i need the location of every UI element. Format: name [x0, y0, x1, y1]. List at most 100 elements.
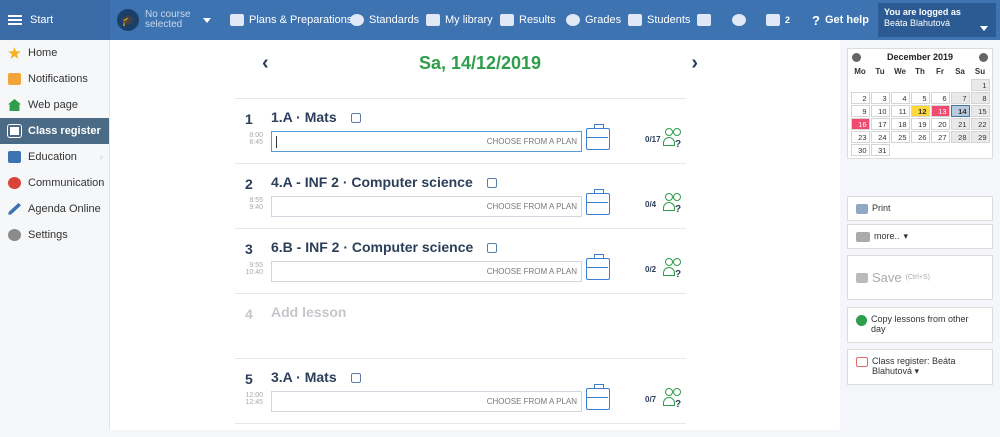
calendar-day[interactable]: 25 [890, 130, 910, 143]
calendar-day[interactable]: 28 [950, 130, 970, 143]
lesson-name[interactable]: 6.B - INF 2 · Computer science [271, 239, 498, 255]
sidebar-item-notifications[interactable]: Notifications [0, 66, 109, 92]
calendar-day[interactable]: 23 [850, 130, 870, 143]
calendar-day[interactable]: 3 [870, 91, 890, 104]
calendar-day[interactable]: 5 [910, 91, 930, 104]
calendar-empty-cell [971, 144, 990, 156]
calendar-day[interactable]: 14 [950, 104, 970, 117]
lesson-time: 9:55 10:40 [241, 262, 263, 276]
lesson-topic-input[interactable]: CHOOSE FROM A PLAN [271, 391, 582, 412]
calendar-day[interactable]: 8 [970, 91, 990, 104]
lesson-topic-input[interactable]: CHOOSE FROM A PLAN [271, 261, 582, 282]
calendar-day[interactable]: 7 [950, 91, 970, 104]
lesson-name[interactable]: 4.A - INF 2 · Computer science [271, 174, 497, 190]
briefcase-icon[interactable] [586, 124, 610, 150]
calendar-day[interactable]: 18 [890, 117, 910, 130]
chat-button[interactable] [732, 0, 746, 40]
start-menu-button[interactable]: Start [0, 0, 110, 40]
calendar-day[interactable]: 9 [850, 104, 870, 117]
lesson-name[interactable]: 1.A · Mats [271, 109, 361, 125]
print-button[interactable]: Print [847, 196, 993, 221]
class-register-owner-dropdown[interactable]: Class register: Beáta Blahutová ▾ [847, 349, 993, 385]
copy-icon[interactable] [350, 373, 361, 384]
calendar-day[interactable]: 1 [970, 78, 990, 91]
choose-from-plan-link[interactable]: CHOOSE FROM A PLAN [487, 397, 577, 406]
calendar-day[interactable]: 12 [910, 104, 930, 117]
calendar-empty-cell [951, 144, 970, 156]
nav-students[interactable]: Students [628, 0, 690, 40]
lesson-name[interactable]: 3.A · Mats [271, 369, 361, 385]
attendance-count: 0/2 [645, 265, 657, 274]
briefcase-icon[interactable] [586, 189, 610, 215]
nav-my-library[interactable]: My library [426, 0, 493, 40]
lesson-topic-input[interactable]: CHOOSE FROM A PLAN [271, 131, 582, 152]
next-day-button[interactable]: › [691, 52, 698, 75]
calendar-day[interactable]: 20 [930, 117, 950, 130]
copy-lessons-button[interactable]: Copy lessons from other day [847, 307, 993, 343]
add-lesson-row[interactable]: 4 Add lesson [235, 293, 686, 351]
course-selector[interactable]: 🎓 No course selected [117, 5, 222, 35]
choose-from-plan-link[interactable]: CHOOSE FROM A PLAN [487, 202, 577, 211]
lesson-name-text: 3.A · Mats [271, 369, 337, 385]
hamburger-icon [8, 15, 22, 25]
nav-results[interactable]: Results [500, 0, 556, 40]
sidebar-item-home[interactable]: Home [0, 40, 109, 66]
lesson-row: 2 4.A - INF 2 · Computer science 8:55 9:4… [235, 163, 686, 227]
copy-icon[interactable] [350, 113, 361, 124]
lesson-time: 12:00 12:45 [241, 392, 263, 406]
envelope-icon [8, 73, 21, 85]
chat-icon [732, 14, 746, 26]
screen-share-button[interactable] [697, 0, 711, 40]
calendar-day[interactable]: 10 [870, 104, 890, 117]
sidebar-item-class-register[interactable]: Class register [0, 118, 109, 144]
calendar-day[interactable]: 26 [910, 130, 930, 143]
nav-plans-preparations[interactable]: Plans & Preparations [230, 0, 352, 40]
calendar-day[interactable]: 22 [970, 117, 990, 130]
sidebar-item-web-page[interactable]: Web page [0, 92, 109, 118]
calendar-day[interactable]: 17 [870, 117, 890, 130]
briefcase-icon[interactable] [586, 254, 610, 280]
briefcase-icon[interactable] [586, 384, 610, 410]
calendar-day[interactable]: 30 [850, 143, 870, 156]
calendar-day[interactable]: 19 [910, 117, 930, 130]
attendance-icon[interactable] [663, 127, 685, 147]
copy-icon[interactable] [487, 243, 498, 254]
save-button[interactable]: Save (Ctrl+S) [847, 255, 993, 300]
choose-from-plan-link[interactable]: CHOOSE FROM A PLAN [487, 137, 577, 146]
lesson-name-text: 4.A - INF 2 · Computer science [271, 174, 473, 190]
calendar-day[interactable]: 15 [970, 104, 990, 117]
calendar-day[interactable]: 13 [930, 104, 950, 117]
calendar-day[interactable]: 11 [890, 104, 910, 117]
calendar-day[interactable]: 4 [890, 91, 910, 104]
messages-button[interactable]: 2 [766, 0, 790, 40]
get-help-button[interactable]: ? Get help [812, 0, 869, 40]
calendar-day[interactable]: 27 [930, 130, 950, 143]
copy-icon[interactable] [486, 178, 497, 189]
calendar-day[interactable]: 2 [850, 91, 870, 104]
tools-icon [856, 232, 870, 242]
calendar-day[interactable]: 31 [870, 143, 890, 156]
sidebar-item-education[interactable]: Education › [0, 144, 109, 170]
previous-month-button[interactable] [852, 52, 861, 62]
calendar-day[interactable]: 16 [850, 117, 870, 130]
gear-icon [8, 229, 21, 241]
sidebar-item-communication[interactable]: Communication › [0, 170, 109, 196]
attendance-icon[interactable] [663, 257, 685, 277]
attendance-icon[interactable] [663, 387, 685, 407]
more-button[interactable]: more.. ▾ [847, 224, 993, 249]
lesson-topic-input[interactable]: CHOOSE FROM A PLAN [271, 196, 582, 217]
add-lesson-label[interactable]: Add lesson [271, 304, 346, 320]
calendar-day[interactable]: 21 [950, 117, 970, 130]
nav-standards[interactable]: Standards [350, 0, 419, 40]
calendar-day[interactable]: 24 [870, 130, 890, 143]
next-month-button[interactable] [978, 52, 988, 62]
sidebar-item-settings[interactable]: Settings [0, 222, 109, 248]
pen-icon [8, 203, 21, 215]
user-menu[interactable]: You are logged as Beáta Blahutová [878, 3, 996, 37]
calendar-day[interactable]: 6 [930, 91, 950, 104]
choose-from-plan-link[interactable]: CHOOSE FROM A PLAN [487, 267, 577, 276]
calendar-day[interactable]: 29 [970, 130, 990, 143]
sidebar-item-agenda-online[interactable]: Agenda Online [0, 196, 109, 222]
attendance-icon[interactable] [663, 192, 685, 212]
nav-grades[interactable]: Grades [566, 0, 621, 40]
